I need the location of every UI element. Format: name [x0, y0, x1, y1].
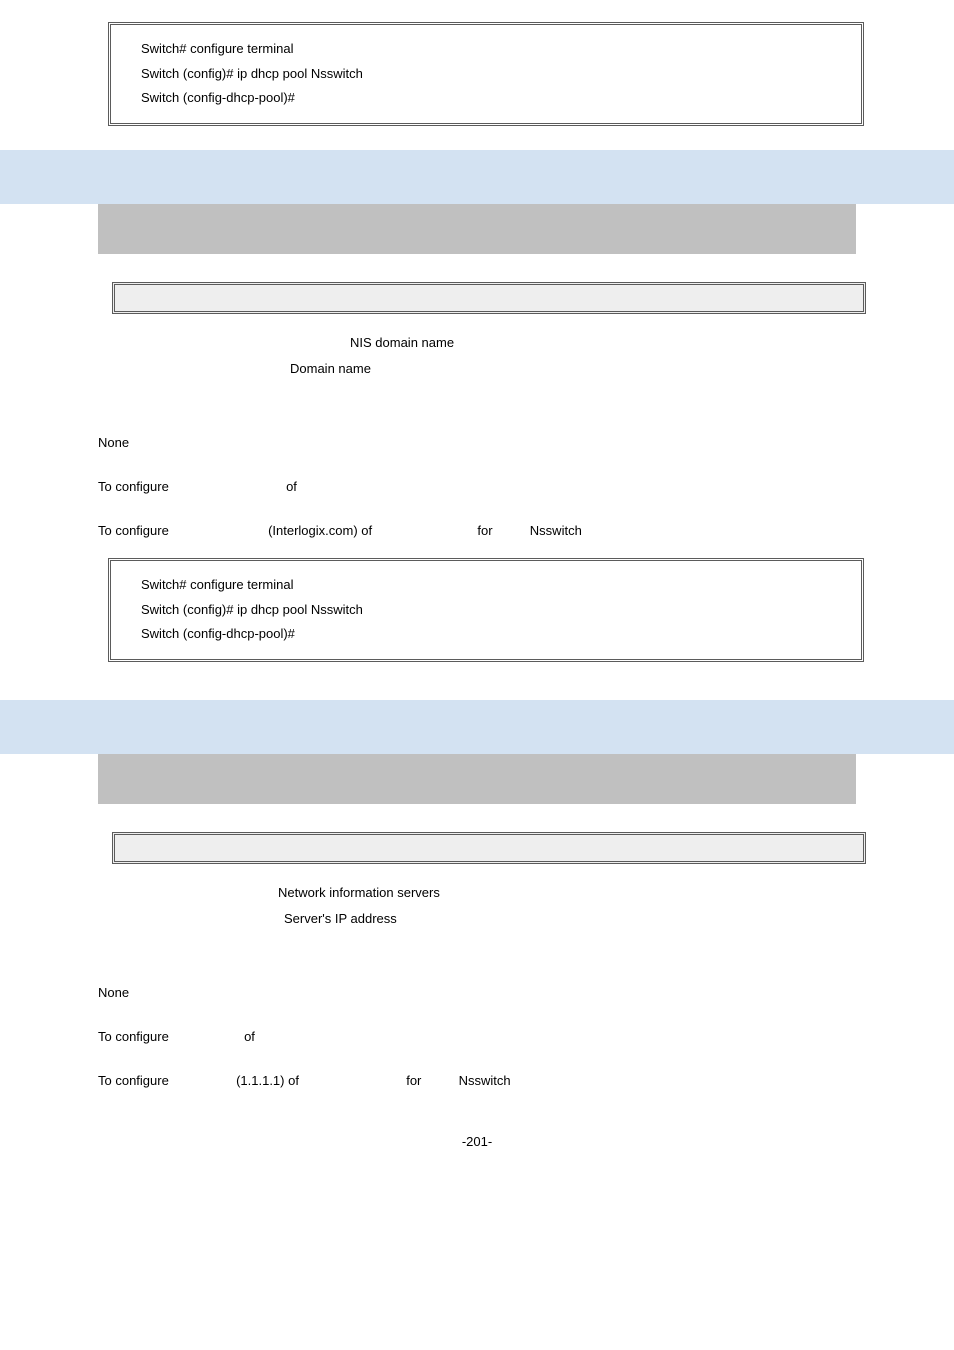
default-value: None — [0, 985, 954, 1000]
section-heading-band — [0, 700, 954, 754]
code-line: Switch (config)# ip dhcp pool Nsswitch — [127, 62, 845, 87]
code-block-2: Switch# configure terminal Switch (confi… — [108, 558, 864, 662]
command-syntax-box — [112, 832, 866, 864]
section-heading-band — [0, 150, 954, 204]
param-description: NIS domain name Domain name — [0, 330, 954, 382]
usage-text: To configure of — [0, 479, 954, 494]
param-line: Domain name — [112, 356, 954, 382]
example-text: To configure (Interlogix.com) of for Nss… — [0, 523, 954, 538]
param-line: Server's IP address — [112, 906, 954, 932]
code-line: Switch (config)# ip dhcp pool Nsswitch — [127, 598, 845, 623]
code-line: Switch (config-dhcp-pool)# — [127, 86, 845, 111]
example-text: To configure (1.1.1.1) of for Nsswitch — [0, 1073, 954, 1088]
default-value: None — [0, 435, 954, 450]
code-line: Switch# configure terminal — [127, 573, 845, 598]
code-block-1: Switch# configure terminal Switch (confi… — [108, 22, 864, 126]
param-line: NIS domain name — [112, 330, 954, 356]
param-line: Network information servers — [112, 880, 954, 906]
command-syntax-box — [112, 282, 866, 314]
code-line: Switch (config-dhcp-pool)# — [127, 622, 845, 647]
code-line: Switch# configure terminal — [127, 37, 845, 62]
page-number: -201- — [0, 1134, 954, 1149]
param-description: Network information servers Server's IP … — [0, 880, 954, 932]
default-heading — [0, 410, 954, 425]
default-heading — [0, 960, 954, 975]
subsection-band — [98, 204, 856, 254]
usage-text: To configure of — [0, 1029, 954, 1044]
subsection-band — [98, 754, 856, 804]
